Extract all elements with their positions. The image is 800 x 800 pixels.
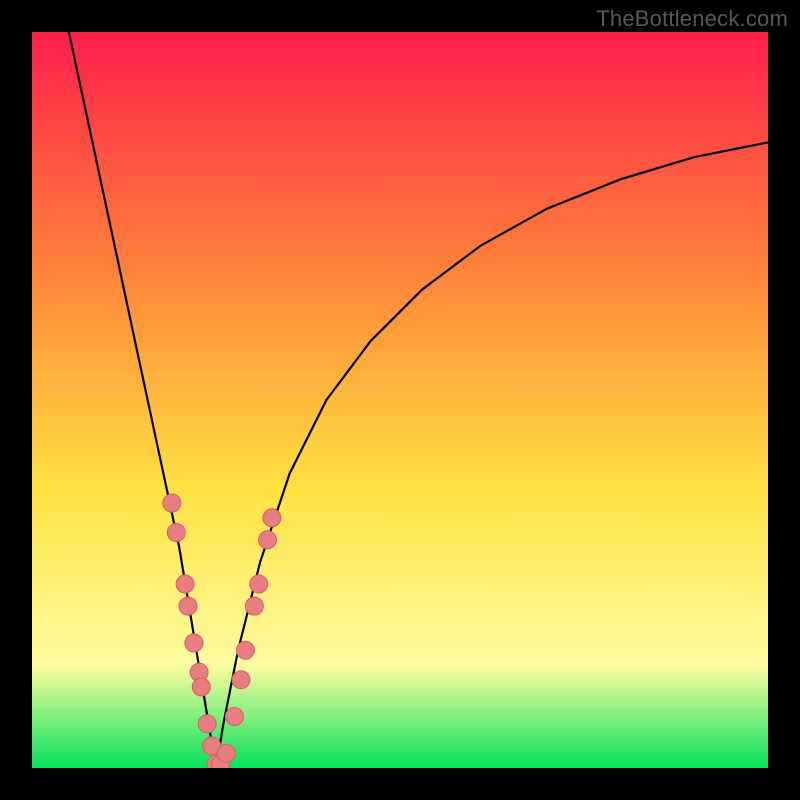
bottleneck-chart <box>32 32 768 768</box>
sample-marker <box>217 744 235 762</box>
sample-marker <box>245 597 263 615</box>
sample-marker <box>198 715 216 733</box>
gradient-background <box>32 32 768 768</box>
sample-marker <box>167 524 185 542</box>
sample-marker <box>225 708 243 726</box>
plot-area <box>32 32 768 768</box>
sample-marker <box>185 634 203 652</box>
sample-marker <box>163 494 181 512</box>
watermark-text: TheBottleneck.com <box>596 6 788 32</box>
sample-marker <box>232 671 250 689</box>
sample-marker <box>250 575 268 593</box>
sample-marker <box>236 641 254 659</box>
sample-marker <box>263 509 281 527</box>
chart-frame: TheBottleneck.com <box>0 0 800 800</box>
sample-marker <box>192 678 210 696</box>
sample-marker <box>176 575 194 593</box>
sample-marker <box>259 531 277 549</box>
sample-marker <box>179 597 197 615</box>
